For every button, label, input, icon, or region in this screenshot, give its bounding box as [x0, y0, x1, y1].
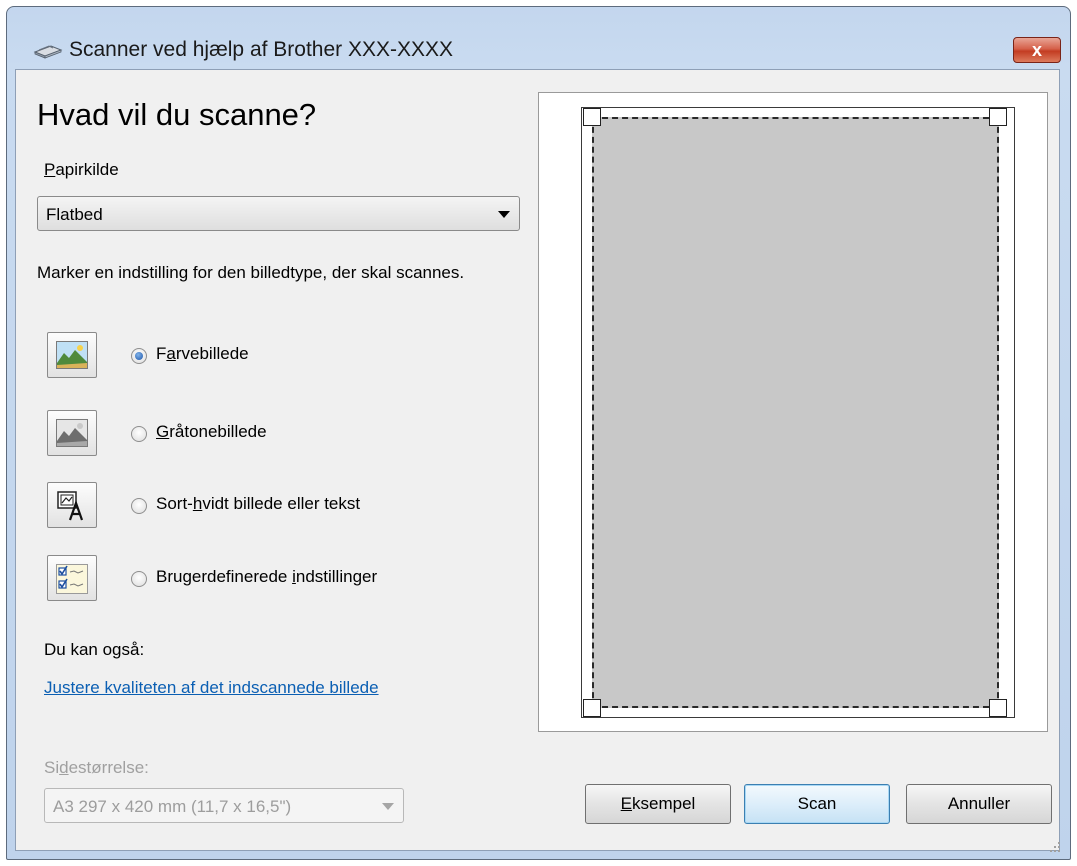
preview-button-accesskey: E: [620, 794, 633, 813]
grayscale-picture-radio[interactable]: [131, 426, 147, 442]
grayscale-picture-button[interactable]: [47, 410, 97, 456]
paper-source-label: Papirkilde: [44, 160, 119, 180]
page-size-label-part: Si: [44, 758, 60, 777]
adjust-quality-link[interactable]: Justere kvaliteten af det indscannede bi…: [44, 678, 379, 698]
window-title: Scanner ved hjælp af Brother XXX-XXXX: [69, 38, 454, 61]
option-label-accesskey: a: [166, 344, 176, 363]
option-label-accesskey: G: [156, 422, 170, 441]
custom-settings-button[interactable]: [47, 555, 97, 601]
black-white-label[interactable]: Sort-hvidt billede eller tekst: [156, 494, 360, 514]
resize-handle-top-left[interactable]: [583, 108, 601, 126]
black-white-button[interactable]: [47, 482, 97, 528]
option-label-part: Brugerdefinerede: [156, 567, 293, 586]
page-size-label-accesskey: d: [59, 758, 69, 777]
chevron-down-icon: [498, 211, 510, 218]
resize-handle-top-right[interactable]: [989, 108, 1007, 126]
scan-button[interactable]: Scan: [744, 784, 890, 824]
option-label-part: vidt billede eller tekst: [202, 494, 361, 513]
option-label-part: ndstillinger: [295, 567, 378, 586]
black-white-radio[interactable]: [131, 498, 147, 514]
option-label-part: råtonebillede: [169, 422, 267, 441]
resize-handle-bottom-left[interactable]: [583, 699, 601, 717]
cancel-button[interactable]: Annuller: [906, 784, 1052, 824]
page-size-value: A3 297 x 420 mm (11,7 x 16,5"): [53, 797, 292, 816]
option-label-accesskey: h: [192, 494, 203, 513]
scan-area-selection[interactable]: [592, 117, 999, 708]
option-label-part: F: [156, 344, 167, 363]
color-picture-radio[interactable]: [131, 348, 147, 364]
black-white-text-icon: [57, 491, 84, 521]
title-bar[interactable]: Scanner ved hjælp af Brother XXX-XXXX x: [7, 7, 1070, 71]
option-label-part: Sort-: [156, 494, 193, 513]
page-size-label: Sidestørrelse:: [44, 758, 149, 778]
page-size-select[interactable]: A3 297 x 420 mm (11,7 x 16,5"): [44, 788, 404, 823]
color-picture-button[interactable]: [47, 332, 97, 378]
chevron-down-icon: [382, 803, 394, 810]
paper-source-select[interactable]: Flatbed: [37, 196, 520, 231]
scanner-app-icon: [33, 45, 63, 59]
preview-button[interactable]: Eksempel: [585, 784, 731, 824]
close-button[interactable]: x: [1013, 37, 1061, 63]
preview-button-label: ksempel: [632, 794, 696, 813]
paper-source-label-accesskey: P: [44, 160, 56, 179]
also-label: Du kan også:: [44, 640, 145, 659]
color-picture-icon: [56, 341, 88, 369]
resize-grip-icon[interactable]: [1049, 841, 1061, 853]
paper-source-label-text: apirkilde: [55, 160, 119, 179]
grayscale-picture-label[interactable]: Gråtonebillede: [156, 422, 267, 442]
grayscale-picture-icon: [56, 419, 88, 447]
page-title: Hvad vil du scanne?: [37, 97, 317, 132]
resize-handle-bottom-right[interactable]: [989, 699, 1007, 717]
custom-settings-icon: [56, 564, 88, 594]
color-picture-label[interactable]: Farvebillede: [156, 344, 249, 364]
page-size-label-part: estørrelse:: [68, 758, 149, 777]
option-label-part: rvebillede: [175, 344, 249, 363]
custom-settings-label[interactable]: Brugerdefinerede indstillinger: [156, 567, 377, 587]
image-type-description: Marker en indstilling for den billedtype…: [37, 263, 465, 282]
paper-source-value: Flatbed: [46, 205, 103, 224]
custom-settings-radio[interactable]: [131, 571, 147, 587]
